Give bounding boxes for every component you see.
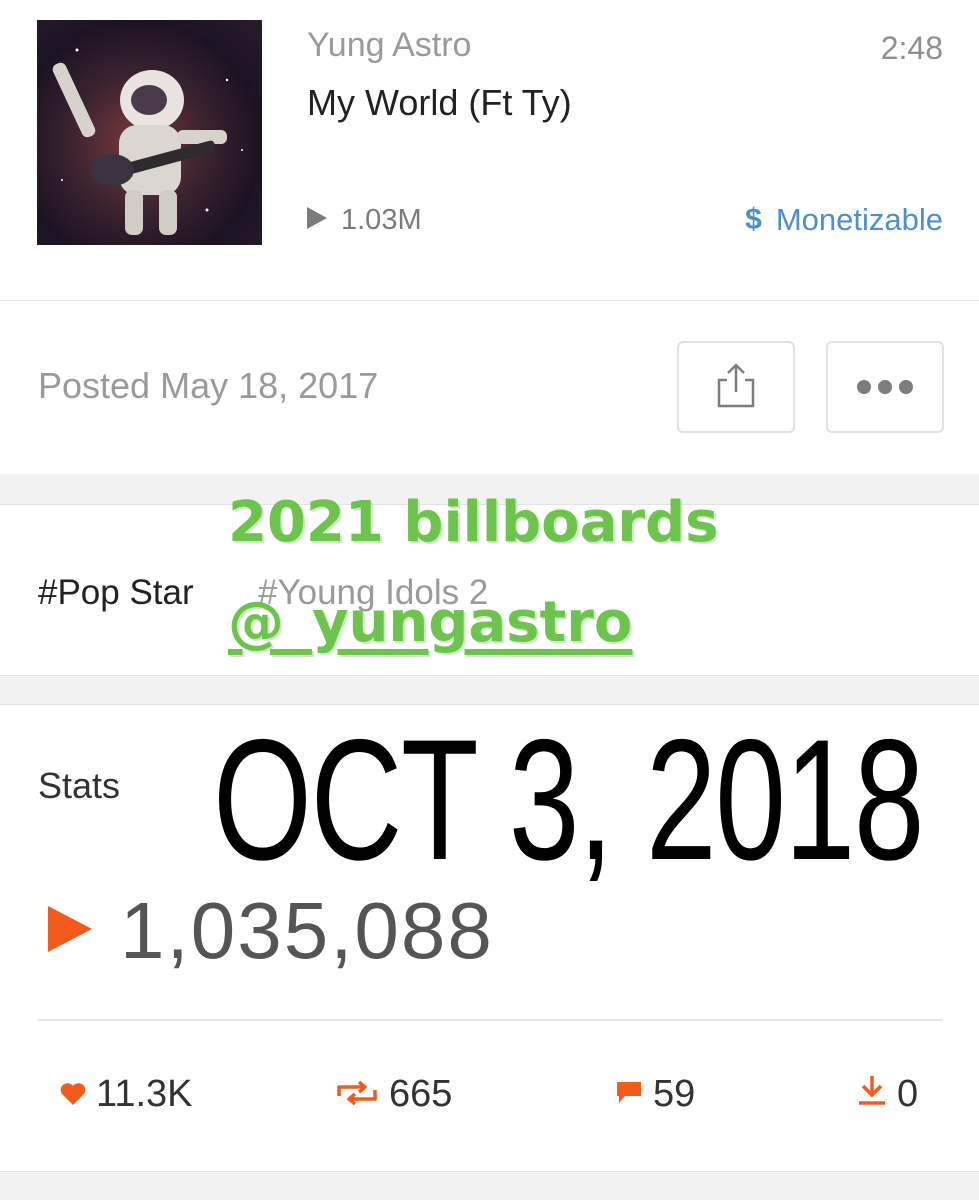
plays-short-value: 1.03M xyxy=(341,204,422,236)
total-plays-row: 1,035,088 xyxy=(48,885,494,977)
plays-count: 1.03M xyxy=(307,204,422,237)
post-actions-row: Posted May 18, 2017 xyxy=(0,300,979,474)
overlay-billboards-text: 2021 billboards xyxy=(228,490,719,555)
repost-icon xyxy=(335,1073,379,1116)
comment-icon xyxy=(615,1073,643,1116)
posted-date: Posted May 18, 2017 xyxy=(38,365,379,406)
play-icon xyxy=(48,905,92,957)
download-icon xyxy=(857,1073,887,1116)
more-icon xyxy=(857,380,913,394)
monetizable-badge: $ Monetizable xyxy=(745,202,943,238)
comments-stat[interactable]: 59 xyxy=(615,1073,695,1116)
reposts-stat[interactable]: 665 xyxy=(335,1073,452,1116)
track-header: Yung Astro My World (Ft Ty) 2:48 1.03M $… xyxy=(0,0,979,300)
heart-icon xyxy=(60,1073,86,1116)
stats-section: Stats OCT 3, 2018 1,035,088 11.3K 665 59 xyxy=(0,704,979,1172)
stats-divider xyxy=(38,1019,943,1021)
overlay-handle-text: @_yungastro xyxy=(228,590,633,655)
overlay-date: OCT 3, 2018 xyxy=(213,704,925,896)
track-duration: 2:48 xyxy=(880,30,943,66)
more-button[interactable] xyxy=(826,341,944,433)
track-artwork[interactable] xyxy=(37,20,262,245)
artist-name[interactable]: Yung Astro xyxy=(307,26,471,65)
downloads-stat[interactable]: 0 xyxy=(857,1073,918,1116)
likes-stat[interactable]: 11.3K xyxy=(60,1073,192,1116)
monetizable-label: Monetizable xyxy=(775,202,943,237)
reposts-count: 665 xyxy=(389,1073,453,1115)
stats-heading: Stats xyxy=(38,765,121,806)
comments-count: 59 xyxy=(653,1073,696,1115)
share-icon xyxy=(715,362,757,413)
likes-count: 11.3K xyxy=(96,1073,193,1115)
dollar-icon: $ xyxy=(745,203,762,236)
play-icon xyxy=(307,204,327,237)
downloads-count: 0 xyxy=(897,1073,919,1115)
tag-pop-star[interactable]: #Pop Star xyxy=(38,573,194,613)
total-plays-value: 1,035,088 xyxy=(120,886,494,975)
share-button[interactable] xyxy=(677,341,795,433)
track-title[interactable]: My World (Ft Ty) xyxy=(307,82,572,124)
